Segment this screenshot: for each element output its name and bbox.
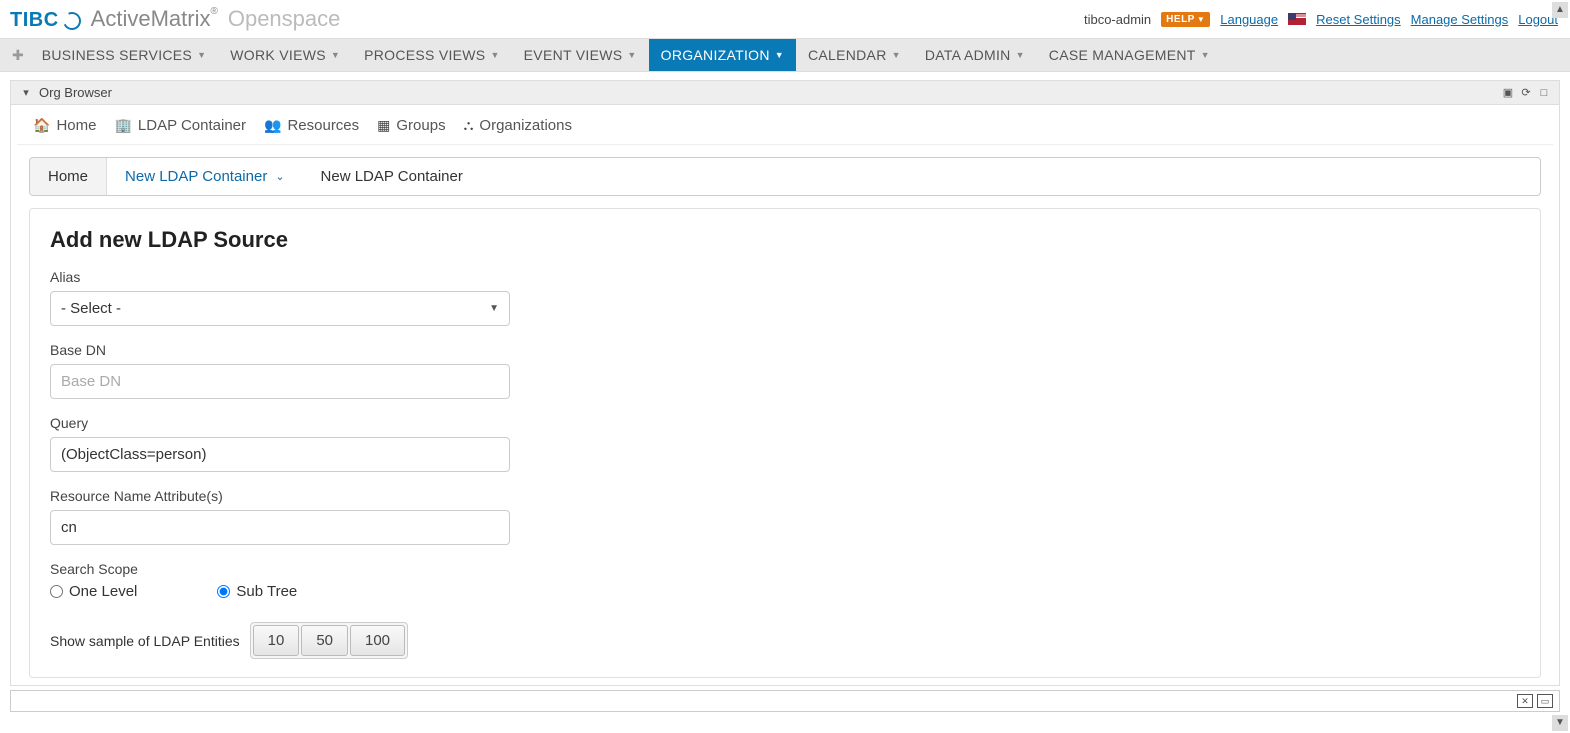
chevron-down-icon: ⌄ (275, 170, 284, 183)
status-layout-icon[interactable]: ▭ (1537, 694, 1553, 708)
tab-home[interactable]: 🏠Home (33, 117, 96, 134)
breadcrumb: Home New LDAP Container ⌄ New LDAP Conta… (29, 157, 1541, 196)
scope-one-radio[interactable] (50, 585, 63, 598)
basedn-label: Base DN (50, 342, 1520, 358)
caret-down-icon: ▼ (1201, 50, 1210, 60)
brand-right: tibco-admin HELP▼ Language Reset Setting… (1084, 12, 1558, 27)
caret-down-icon: ▼ (627, 50, 636, 60)
menu-calendar[interactable]: CALENDAR▼ (796, 39, 913, 71)
panel-header: ▾ Org Browser ▣ ⟳ □ (11, 81, 1559, 105)
help-badge[interactable]: HELP▼ (1161, 12, 1210, 27)
content-scroll[interactable]: 🏠Home 🏢LDAP Container 👥Resources ▦Groups… (11, 105, 1559, 685)
panel-title: Org Browser (39, 85, 112, 100)
flag-us-icon[interactable] (1288, 13, 1306, 25)
tab-ldap-container[interactable]: 🏢LDAP Container (114, 117, 246, 134)
scope-one-level[interactable]: One Level (50, 583, 137, 600)
users-icon: 👥 (264, 117, 281, 134)
field-alias: Alias - Select - ▼ (50, 269, 1520, 326)
caret-down-icon: ▼ (892, 50, 901, 60)
caret-down-icon: ▼ (1197, 15, 1205, 24)
brand-openspace: Openspace (228, 6, 341, 32)
tab-organizations[interactable]: ⛬Organizations (464, 117, 572, 134)
rna-input[interactable] (50, 510, 510, 545)
brand-left: TIBC ActiveMatrix® Openspace (10, 6, 340, 32)
menu-business-services[interactable]: BUSINESS SERVICES▼ (30, 39, 219, 71)
alias-label: Alias (50, 269, 1520, 285)
brand-bar: TIBC ActiveMatrix® Openspace tibco-admin… (0, 0, 1570, 38)
collapse-icon[interactable]: ▾ (19, 86, 33, 100)
alias-value: - Select - (61, 300, 121, 317)
manage-settings-link[interactable]: Manage Settings (1411, 12, 1509, 27)
caret-down-icon: ▼ (775, 50, 784, 60)
menu-event-views[interactable]: EVENT VIEWS▼ (512, 39, 649, 71)
panel-maximize-icon[interactable]: □ (1537, 86, 1551, 100)
language-link[interactable]: Language (1220, 12, 1278, 27)
menu-work-views[interactable]: WORK VIEWS▼ (218, 39, 352, 71)
breadcrumb-current: New LDAP Container (303, 158, 481, 195)
breadcrumb-home[interactable]: Home (30, 158, 107, 195)
caret-down-icon: ▼ (331, 50, 340, 60)
scroll-down-icon[interactable]: ▼ (1552, 715, 1568, 731)
alias-select[interactable]: - Select - ▼ (50, 291, 510, 326)
field-scope: Search Scope One Level Sub Tree (50, 561, 1520, 600)
menu-organization[interactable]: ORGANIZATION▼ (649, 39, 796, 71)
field-query: Query (50, 415, 1520, 472)
caret-down-icon: ▼ (489, 303, 499, 314)
menu-data-admin[interactable]: DATA ADMIN▼ (913, 39, 1037, 71)
status-bar: ✕ ▭ (10, 690, 1560, 712)
inner-tabs: 🏠Home 🏢LDAP Container 👥Resources ▦Groups… (17, 105, 1553, 145)
sitemap-icon: ⛬ (464, 117, 474, 134)
field-basedn: Base DN (50, 342, 1520, 399)
brand-activematrix: ActiveMatrix® (91, 6, 218, 32)
query-label: Query (50, 415, 1520, 431)
form-title: Add new LDAP Source (50, 227, 1520, 253)
sample-100-button[interactable]: 100 (350, 625, 405, 656)
grid-icon: ▦ (377, 117, 390, 134)
workspace-panel: ▾ Org Browser ▣ ⟳ □ 🏠Home 🏢LDAP Containe… (10, 80, 1560, 686)
menu-case-management[interactable]: CASE MANAGEMENT▼ (1037, 39, 1222, 71)
scope-sub-tree[interactable]: Sub Tree (217, 583, 297, 600)
scope-label: Search Scope (50, 561, 1520, 577)
sample-row: Show sample of LDAP Entities 10 50 100 (50, 622, 1520, 659)
form-panel: Add new LDAP Source Alias - Select - ▼ B… (29, 208, 1541, 678)
tab-groups[interactable]: ▦Groups (377, 117, 445, 134)
main-menu-bar: ✚ BUSINESS SERVICES▼ WORK VIEWS▼ PROCESS… (0, 38, 1570, 72)
sample-label: Show sample of LDAP Entities (50, 633, 240, 649)
menu-process-views[interactable]: PROCESS VIEWS▼ (352, 39, 512, 71)
user-label: tibco-admin (1084, 12, 1151, 27)
sample-button-group: 10 50 100 (250, 622, 408, 659)
status-close-icon[interactable]: ✕ (1517, 694, 1533, 708)
home-icon: 🏠 (33, 117, 50, 134)
building-icon: 🏢 (114, 117, 131, 134)
logo: TIBC (10, 9, 81, 32)
add-menu-icon[interactable]: ✚ (6, 39, 30, 71)
logo-swirl-icon (60, 9, 83, 32)
scope-sub-radio[interactable] (217, 585, 230, 598)
rna-label: Resource Name Attribute(s) (50, 488, 1520, 504)
sample-50-button[interactable]: 50 (301, 625, 348, 656)
logo-text: TIBC (10, 9, 59, 32)
field-rna: Resource Name Attribute(s) (50, 488, 1520, 545)
reset-settings-link[interactable]: Reset Settings (1316, 12, 1401, 27)
scroll-up-icon[interactable]: ▲ (1552, 2, 1568, 18)
basedn-input[interactable] (50, 364, 510, 399)
panel-dropdown-icon[interactable]: ▣ (1501, 86, 1515, 100)
caret-down-icon: ▼ (1016, 50, 1025, 60)
query-input[interactable] (50, 437, 510, 472)
caret-down-icon: ▼ (197, 50, 206, 60)
panel-refresh-icon[interactable]: ⟳ (1519, 86, 1533, 100)
tab-resources[interactable]: 👥Resources (264, 117, 359, 134)
caret-down-icon: ▼ (490, 50, 499, 60)
sample-10-button[interactable]: 10 (253, 625, 300, 656)
breadcrumb-link[interactable]: New LDAP Container ⌄ (107, 158, 303, 195)
